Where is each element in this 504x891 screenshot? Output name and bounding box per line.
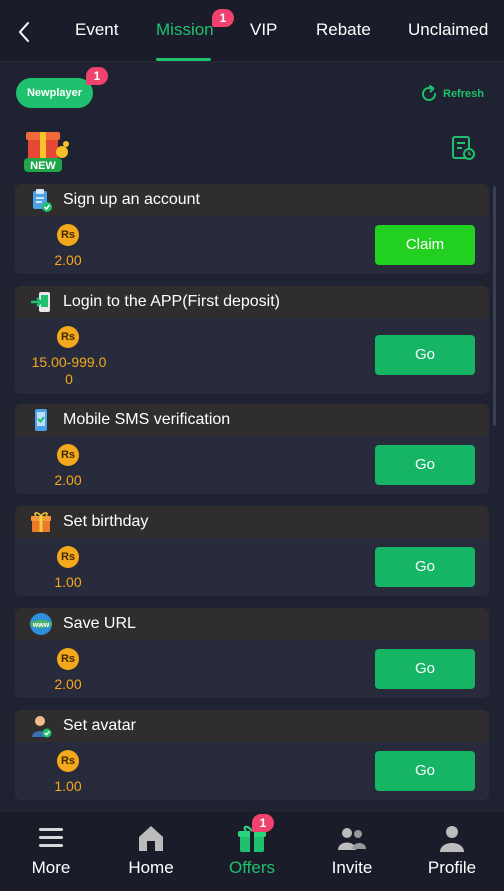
go-button[interactable]: Go — [375, 445, 475, 485]
newplayer-button[interactable]: Newplayer — [16, 78, 93, 108]
go-button[interactable]: Go — [375, 649, 475, 689]
rupee-coin-icon: Rs — [57, 224, 79, 246]
nav-label: Home — [128, 858, 174, 877]
task-card: Set birthday Rs 1.00 Go — [15, 506, 489, 596]
go-button[interactable]: Go — [375, 751, 475, 791]
go-button[interactable]: Go — [375, 547, 475, 587]
task-title: Save URL — [63, 615, 136, 632]
nav-invite[interactable]: Invite — [302, 812, 402, 891]
history-icon[interactable] — [450, 135, 476, 161]
back-button[interactable] — [10, 18, 38, 46]
user-avatar-icon — [29, 714, 53, 738]
profile-icon — [440, 826, 464, 852]
task-header: Sign up an account — [15, 184, 489, 216]
refresh-button[interactable]: Refresh — [419, 84, 484, 104]
task-title: Sign up an account — [63, 191, 200, 208]
task-card: www Save URL Rs 2.00 Go — [15, 608, 489, 698]
nav-label: More — [31, 858, 71, 877]
rupee-coin-icon: Rs — [57, 444, 79, 466]
task-reward-line1: 15.00-999.0 — [31, 354, 107, 370]
mission-badge: 1 — [212, 9, 234, 27]
task-card: Login to the APP(First deposit) Rs 15.00… — [15, 286, 489, 394]
clipboard-check-icon — [29, 188, 53, 212]
task-header: Set avatar — [15, 710, 489, 742]
task-header: Login to the APP(First deposit) — [15, 286, 489, 318]
refresh-label: Refresh — [443, 88, 484, 100]
www-globe-icon: www — [29, 612, 53, 636]
nav-label: Profile — [427, 858, 477, 877]
task-header: www Save URL — [15, 608, 489, 640]
task-title: Set birthday — [63, 513, 149, 530]
tab-event[interactable]: Event — [75, 20, 118, 40]
task-reward-line2: 0 — [65, 371, 73, 387]
nav-label: Invite — [331, 858, 373, 877]
users-icon — [338, 828, 366, 850]
chevron-left-icon — [18, 22, 29, 42]
tab-mission[interactable]: Mission — [156, 20, 214, 40]
task-header: Set birthday — [15, 506, 489, 538]
nav-profile[interactable]: Profile — [402, 812, 502, 891]
phone-verify-icon — [29, 408, 53, 432]
tab-vip[interactable]: VIP — [250, 20, 277, 40]
task-reward: 2.00 — [54, 472, 82, 488]
tab-unclaimed[interactable]: Unclaimed — [408, 20, 488, 40]
bottom-nav: More Home 1 Offers Invite Profile — [0, 812, 504, 891]
nav-offers[interactable]: 1 Offers — [202, 812, 302, 891]
newplayer-badge: 1 — [86, 67, 108, 85]
task-reward: 1.00 — [54, 778, 82, 794]
rupee-coin-icon: Rs — [57, 750, 79, 772]
task-title: Login to the APP(First deposit) — [63, 293, 280, 310]
task-reward: 1.00 — [54, 574, 82, 590]
task-card: Set avatar Rs 1.00 Go — [15, 710, 489, 800]
rupee-coin-icon: Rs — [57, 546, 79, 568]
tab-rebate[interactable]: Rebate — [316, 20, 371, 40]
task-header: Mobile SMS verification — [15, 404, 489, 436]
task-reward: 2.00 — [54, 676, 82, 692]
task-title: Set avatar — [63, 717, 136, 734]
gift-icon — [29, 510, 53, 534]
claim-button[interactable]: Claim — [375, 225, 475, 265]
rupee-coin-icon: Rs — [57, 326, 79, 348]
new-gift-icon: NEW — [24, 132, 69, 172]
top-tab-bar: Event Mission 1 VIP Rebate Unclaimed — [0, 0, 504, 62]
nav-label: Offers — [229, 858, 275, 877]
rupee-coin-icon: Rs — [57, 648, 79, 670]
svg-text:www: www — [32, 622, 50, 629]
task-title: Mobile SMS verification — [63, 411, 231, 428]
task-card: Sign up an account Rs 2.00 Claim — [15, 184, 489, 274]
nav-home[interactable]: Home — [101, 812, 201, 891]
login-arrow-icon — [29, 290, 53, 314]
active-tab-indicator — [156, 58, 211, 61]
task-card: Mobile SMS verification Rs 2.00 Go — [15, 404, 489, 494]
offers-badge: 1 — [252, 814, 274, 832]
scrollbar[interactable] — [493, 186, 496, 426]
home-icon — [139, 826, 163, 851]
nav-more[interactable]: More — [1, 812, 101, 891]
go-button[interactable]: Go — [375, 335, 475, 375]
refresh-icon — [422, 85, 436, 101]
menu-icon — [39, 828, 63, 847]
new-tag: NEW — [30, 160, 56, 172]
task-reward: 2.00 — [54, 252, 82, 268]
